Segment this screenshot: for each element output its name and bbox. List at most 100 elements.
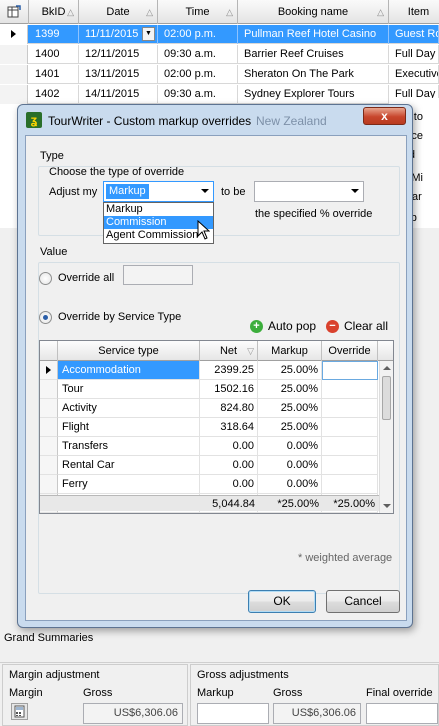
margin-gross-field: US$6,306.06 <box>83 703 183 724</box>
row-selector[interactable] <box>40 418 58 437</box>
row-selector[interactable] <box>40 456 58 475</box>
override-cell[interactable] <box>322 475 378 494</box>
row-selector[interactable] <box>40 437 58 456</box>
custom-markup-overrides-dialog: ʓ TourWriter - Custom markup overrides N… <box>17 104 413 628</box>
dialog-title: TourWriter - Custom markup overrides <box>48 114 252 128</box>
booking-date: 13/11/2015 <box>79 65 158 84</box>
booking-row[interactable]: 1399 11/11/2015 ▼ 02:00 p.m. Pullman Ree… <box>0 25 439 44</box>
service-type-cell: Transfers <box>58 437 200 456</box>
dialog-titlebar[interactable]: ʓ TourWriter - Custom markup overrides N… <box>18 105 412 135</box>
net-cell: 0.00 <box>200 437 258 456</box>
override-all-radio[interactable] <box>39 272 52 285</box>
booking-bkid: 1399 <box>29 25 79 44</box>
specified-override-text: the specified % override <box>255 208 373 220</box>
markup-cell: 25.00% <box>258 399 322 418</box>
scroll-up-icon[interactable] <box>383 366 391 370</box>
row-selector[interactable] <box>40 513 58 514</box>
booking-date[interactable]: 11/11/2015 ▼ <box>79 25 158 44</box>
override-cell[interactable] <box>322 456 378 475</box>
ok-button[interactable]: OK <box>248 590 316 613</box>
booking-bkid: 1401 <box>29 65 79 84</box>
grand-summaries-label: Grand Summaries <box>4 632 94 644</box>
booking-row[interactable]: 1400 12/11/2015 09:30 a.m. Barrier Reef … <box>0 45 439 64</box>
row-selector[interactable] <box>40 399 58 418</box>
column-header-item[interactable]: Item <box>389 0 439 24</box>
override-all-label: Override all <box>58 272 115 284</box>
service-type-row[interactable]: Tour 1502.16 25.00% <box>40 380 380 399</box>
service-type-row[interactable]: Flight 318.64 25.00% <box>40 418 380 437</box>
booking-item: Full Day C <box>389 45 439 64</box>
gross-label: Gross <box>273 687 303 699</box>
override-cell[interactable] <box>322 437 378 456</box>
scroll-down-icon[interactable] <box>383 504 391 508</box>
scroll-thumb[interactable] <box>382 376 391 420</box>
cancel-button[interactable]: Cancel <box>326 590 400 613</box>
service-type-row[interactable]: Transfers 0.00 0.00% <box>40 437 380 456</box>
service-type-row[interactable]: Activity 824.80 25.00% <box>40 399 380 418</box>
row-selector[interactable] <box>40 380 58 399</box>
date-dropdown-icon[interactable]: ▼ <box>142 27 155 41</box>
override-cell[interactable] <box>322 399 378 418</box>
row-selector[interactable] <box>40 361 58 380</box>
column-chooser-button[interactable] <box>0 0 29 24</box>
service-type-row[interactable]: Ferry 0.00 0.00% <box>40 475 380 494</box>
service-type-row[interactable]: Rental Car 0.00 0.00% <box>40 456 380 475</box>
override-cell[interactable] <box>322 513 378 514</box>
markup-cell: 0.00% <box>258 513 322 514</box>
row-indicator <box>0 45 28 64</box>
override-cell[interactable] <box>322 361 378 380</box>
footer-override-average: *25.00% <box>333 498 375 510</box>
booking-date: 12/11/2015 <box>79 45 158 64</box>
type-prompt: Choose the type of override <box>49 166 185 178</box>
final-override-field[interactable] <box>366 703 438 724</box>
mouse-cursor-icon <box>197 220 210 240</box>
booking-item: Executive <box>389 65 439 84</box>
markup-field[interactable] <box>197 703 269 724</box>
net-cell: 0.00 <box>200 513 258 514</box>
type-group-title: Type <box>40 150 64 162</box>
margin-calculator-button[interactable] <box>11 703 28 720</box>
override-cell[interactable] <box>322 380 378 399</box>
markup-cell: 0.00% <box>258 475 322 494</box>
grid-vertical-scrollbar[interactable] <box>379 361 393 513</box>
override-type-select[interactable]: Markup <box>103 181 214 202</box>
override-by-service-type-radio[interactable] <box>39 311 52 324</box>
column-header-date[interactable]: Date △ <box>79 0 158 24</box>
auto-pop-button[interactable]: + Auto pop <box>250 319 316 333</box>
booking-grid-header: BkID △ Date △ Time △ Booking name △ Item <box>0 0 439 24</box>
margin-adjustment-title: Margin adjustment <box>9 669 100 681</box>
clear-all-button[interactable]: − Clear all <box>326 319 388 333</box>
service-type-cell: Flight <box>58 418 200 437</box>
adjust-my-label: Adjust my <box>49 186 98 198</box>
override-all-field[interactable] <box>123 265 193 285</box>
row-indicator <box>0 65 28 84</box>
column-header-override[interactable]: Override <box>322 341 378 361</box>
column-header-markup[interactable]: Markup <box>258 341 322 361</box>
tourwriter-logo-icon: ʓ <box>26 112 42 128</box>
column-header-net[interactable]: Net ▽ <box>200 341 258 361</box>
to-be-label: to be <box>221 186 246 198</box>
booking-name: Pullman Reef Hotel Casino <box>238 25 389 44</box>
column-chooser-icon <box>7 5 21 18</box>
booking-name: Sheraton On The Park <box>238 65 389 84</box>
remove-icon: − <box>326 319 339 333</box>
service-type-row[interactable]: Insurance0.000.00% <box>40 513 380 514</box>
row-indicator <box>0 25 28 44</box>
final-override-label: Final override <box>366 687 433 699</box>
column-header-time[interactable]: Time △ <box>158 0 238 24</box>
markup-cell: 25.00% <box>258 380 322 399</box>
service-type-row[interactable]: Accommodation 2399.25 25.00% <box>40 361 380 380</box>
override-cell[interactable] <box>322 418 378 437</box>
column-header-service-type[interactable]: Service type <box>58 341 200 361</box>
booking-row[interactable]: 1402 14/11/2015 09:30 a.m. Sydney Explor… <box>0 85 439 104</box>
booking-row[interactable]: 1401 13/11/2015 02:00 p.m. Sheraton On T… <box>0 65 439 84</box>
option-markup[interactable]: Markup <box>104 203 213 216</box>
row-selector[interactable] <box>40 475 58 494</box>
net-cell: 0.00 <box>200 456 258 475</box>
to-be-select[interactable] <box>254 181 364 202</box>
column-header-booking-name[interactable]: Booking name △ <box>238 0 389 24</box>
service-type-grid: Service type Net ▽ Markup Override Accomm… <box>39 340 394 514</box>
close-button[interactable]: x <box>363 107 406 125</box>
column-header-bkid[interactable]: BkID △ <box>29 0 79 24</box>
net-cell: 1502.16 <box>200 380 258 399</box>
